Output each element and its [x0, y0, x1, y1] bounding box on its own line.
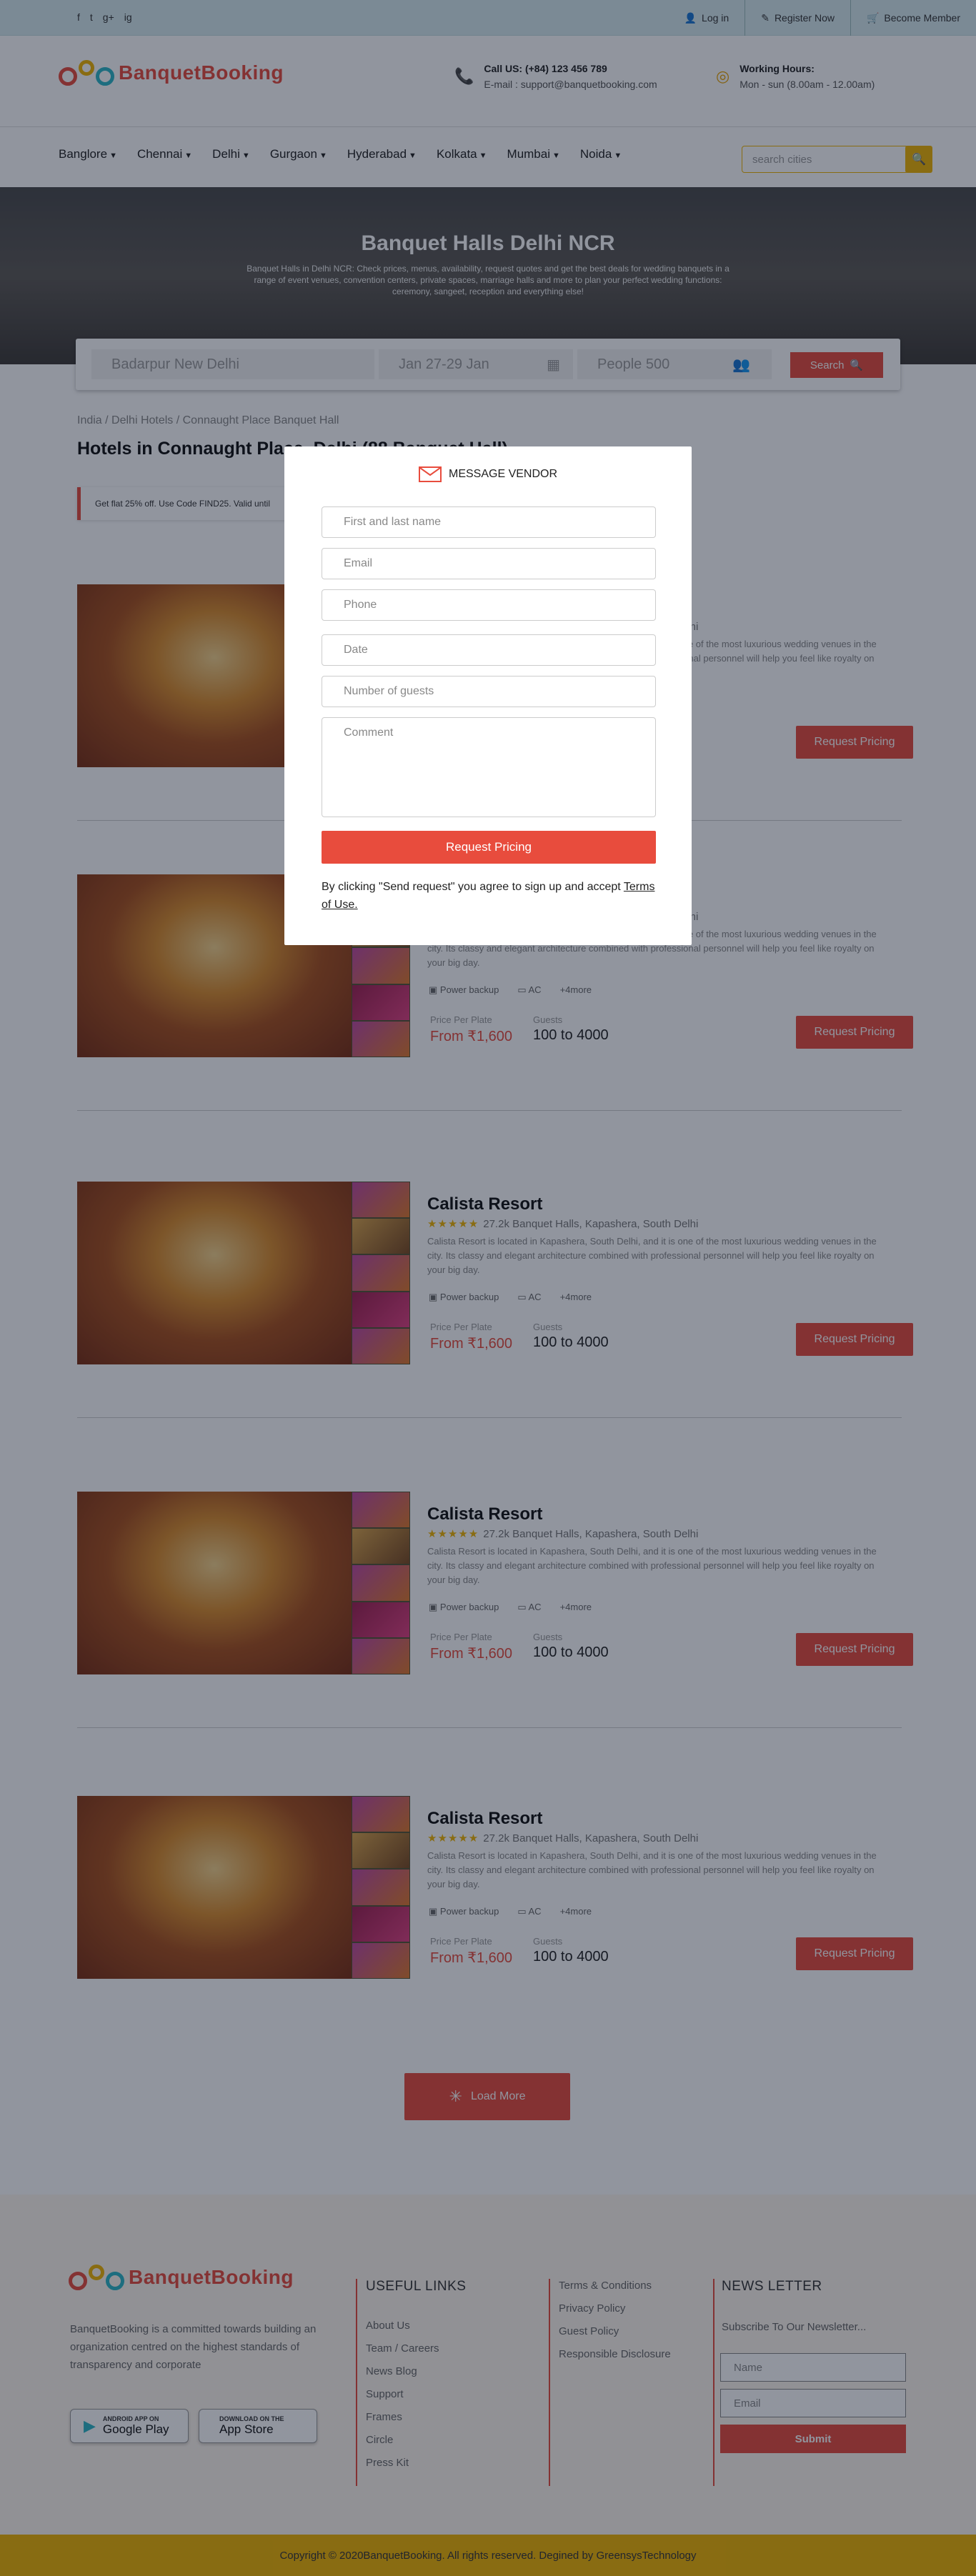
message-vendor-modal: MESSAGE VENDOR First and last name Email…	[284, 446, 692, 945]
request-pricing-submit[interactable]: Request Pricing	[322, 831, 656, 864]
envelope-icon	[418, 466, 442, 482]
modal-terms: By clicking "Send request" you agree to …	[322, 881, 655, 911]
guests-field[interactable]: Number of guests	[322, 676, 656, 707]
date-field[interactable]: Date	[322, 634, 656, 666]
phone-field[interactable]: Phone	[322, 589, 656, 621]
name-field[interactable]: First and last name	[322, 506, 656, 538]
email-field[interactable]: Email	[322, 548, 656, 579]
modal-overlay[interactable]	[0, 0, 976, 2576]
comment-field[interactable]: Comment	[322, 717, 656, 817]
modal-title: MESSAGE VENDOR	[448, 468, 558, 480]
modal-header: MESSAGE VENDOR	[284, 466, 692, 482]
